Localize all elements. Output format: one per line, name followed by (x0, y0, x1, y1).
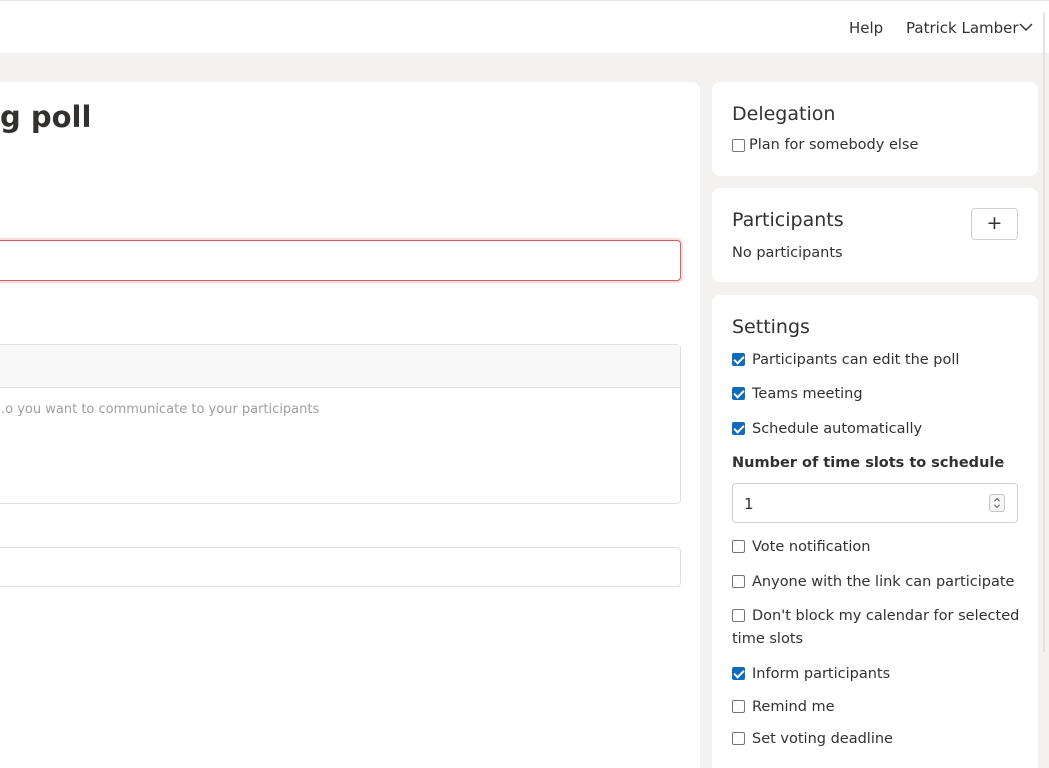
top-bar: Help Patrick Lamber (0, 0, 1049, 53)
location-input[interactable] (0, 547, 681, 587)
checkbox-box[interactable] (732, 387, 745, 400)
poll-title-input[interactable] (0, 240, 681, 281)
help-link[interactable]: Help (849, 19, 883, 37)
option-vote-notification[interactable]: Vote notification (732, 536, 1022, 559)
description-placeholder: o you want to communicate to your partic… (1, 402, 320, 417)
settings-card: Settings Participants can edit the poll … (712, 295, 1038, 768)
option-label: Teams meeting (752, 386, 863, 402)
option-participants-can-edit[interactable]: Participants can edit the poll (732, 349, 1022, 372)
editor-toolbar (0, 345, 680, 388)
page-title: g poll (0, 100, 92, 134)
option-label: Inform participants (752, 666, 891, 682)
option-schedule-automatically[interactable]: Schedule automatically (732, 418, 1022, 441)
participants-card: Participants + No participants (712, 188, 1038, 282)
option-dont-block-calendar[interactable]: Don't block my calendar for selected tim… (732, 605, 1022, 651)
no-participants-text: No participants (732, 245, 843, 261)
option-label: Schedule automatically (752, 421, 923, 437)
checkbox-box[interactable] (732, 700, 745, 713)
user-menu[interactable]: Patrick Lamber (906, 19, 1019, 37)
time-slots-label: Number of time slots to schedule (732, 455, 1005, 471)
scrollbar[interactable] (1043, 12, 1045, 652)
plan-for-somebody-else-label: Plan for somebody else (749, 137, 919, 153)
delegation-card: Delegation Plan for somebody else (712, 82, 1038, 176)
chevron-down-icon[interactable] (1019, 22, 1033, 32)
checkbox-box[interactable] (732, 667, 745, 680)
option-anyone-with-link[interactable]: Anyone with the link can participate (732, 571, 1022, 594)
option-remind-me[interactable]: Remind me (732, 696, 1022, 719)
option-teams-meeting[interactable]: Teams meeting (732, 383, 1022, 406)
settings-title: Settings (732, 316, 810, 338)
plan-for-somebody-else-checkbox[interactable]: Plan for somebody else (732, 137, 918, 153)
checkbox-box[interactable] (732, 609, 745, 622)
option-set-voting-deadline[interactable]: Set voting deadline (732, 728, 1022, 751)
participants-title: Participants (732, 209, 844, 231)
checkbox-box[interactable] (732, 575, 745, 588)
option-label: Set voting deadline (752, 731, 893, 747)
time-slots-stepper[interactable]: 1 (732, 483, 1018, 523)
checkbox-box[interactable] (732, 353, 745, 366)
option-label: Participants can edit the poll (752, 352, 960, 368)
option-label: Remind me (752, 699, 835, 715)
option-label: Anyone with the link can participate (752, 574, 1015, 590)
option-inform-participants[interactable]: Inform participants (732, 663, 1022, 686)
checkbox-box[interactable] (732, 422, 745, 435)
option-label: Don't block my calendar for selected tim… (732, 608, 1020, 647)
option-label: Vote notification (752, 539, 871, 555)
time-slots-value: 1 (744, 495, 754, 513)
spinner-arrows-icon[interactable] (989, 494, 1005, 512)
add-participant-button[interactable]: + (971, 208, 1018, 240)
description-editor[interactable]: o you want to communicate to your partic… (0, 344, 681, 504)
checkbox-box[interactable] (732, 138, 745, 152)
delegation-title: Delegation (732, 103, 836, 125)
checkbox-box[interactable] (732, 732, 745, 745)
checkbox-box[interactable] (732, 540, 745, 553)
